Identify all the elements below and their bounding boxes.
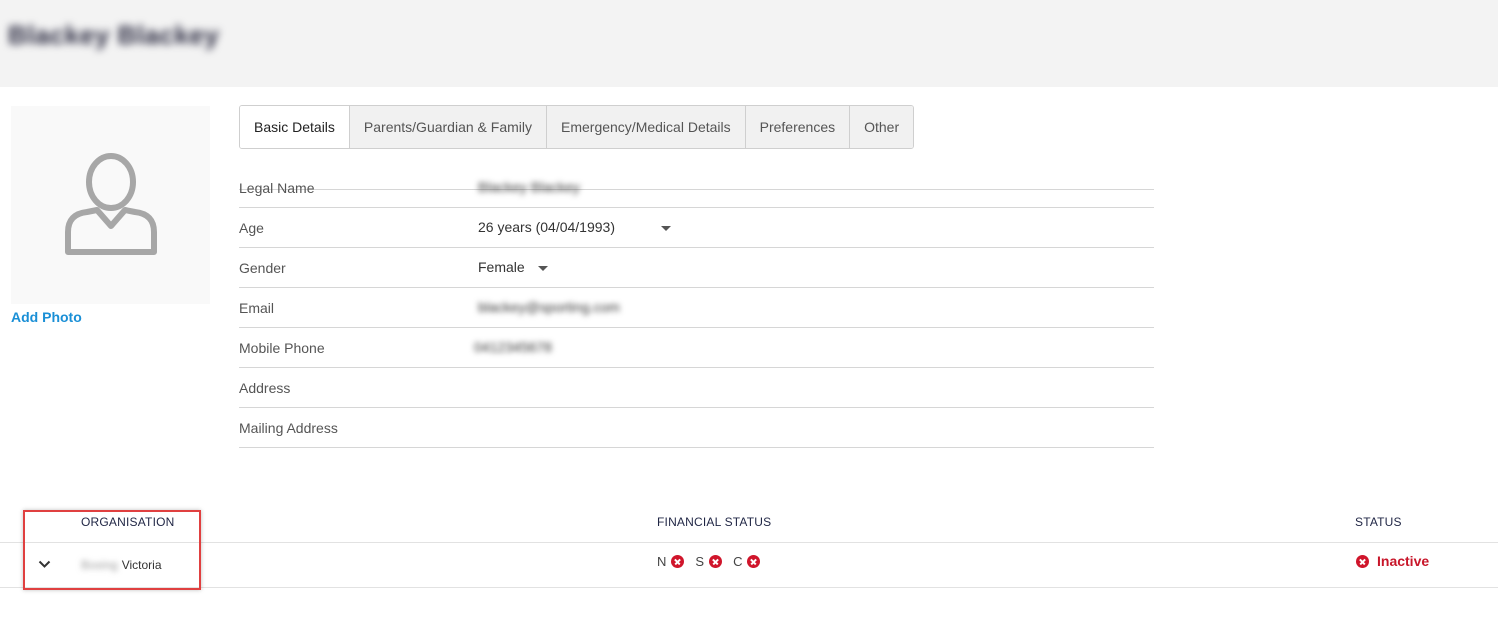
email-label: Email [239, 300, 275, 316]
tab-parents-guardian-family[interactable]: Parents/Guardian & Family [348, 106, 546, 148]
gender-label: Gender [239, 260, 286, 276]
member-name: Blackey Blackey [8, 20, 220, 50]
page-header: Blackey Blackey [0, 0, 1498, 87]
photo-placeholder [11, 106, 210, 304]
detail-row-mobile-phone: Mobile Phone 0412345678 [239, 328, 1154, 368]
error-circle-icon [1356, 554, 1369, 568]
detail-row-mailing-address: Mailing Address [239, 408, 1154, 448]
add-photo-link[interactable]: Add Photo [11, 309, 82, 325]
status-text: Inactive [1377, 553, 1430, 569]
tab-other[interactable]: Other [849, 106, 914, 148]
tab-preferences[interactable]: Preferences [744, 106, 850, 148]
organisation-table-header: ORGANISATION FINANCIAL STATUS STATUS [0, 507, 1498, 543]
caret-down-icon [660, 225, 671, 231]
legal-name-label: Legal Name [239, 180, 315, 196]
gender-value: Female [478, 259, 525, 275]
caret-down-icon [537, 265, 548, 271]
financial-status-indicators: N S C [657, 554, 771, 569]
financial-code: N [657, 554, 667, 569]
tab-basic-details[interactable]: Basic Details [240, 106, 349, 148]
highlight-annotation [23, 510, 201, 590]
age-dropdown[interactable]: 26 years (04/04/1993) [478, 219, 671, 235]
age-value: 26 years (04/04/1993) [478, 219, 615, 235]
status-badge: Inactive [1356, 553, 1429, 569]
basic-details-list: Legal Name Blackey Blackey Age 26 years … [239, 168, 1154, 448]
email-value: blackey@sporting.com [478, 299, 620, 315]
detail-row-address: Address [239, 368, 1154, 408]
mailing-address-label: Mailing Address [239, 420, 338, 436]
error-circle-icon [747, 555, 761, 568]
detail-row-email: Email blackey@sporting.com [239, 288, 1154, 328]
financial-status-n: N [657, 554, 685, 569]
gender-dropdown[interactable]: Female [478, 259, 548, 275]
detail-row-legal-name: Legal Name Blackey Blackey [239, 168, 1154, 208]
error-circle-icon [709, 555, 723, 568]
mobile-phone-value: 0412345678 [474, 339, 552, 355]
detail-row-age: Age 26 years (04/04/1993) [239, 208, 1154, 248]
age-label: Age [239, 220, 264, 236]
table-row[interactable]: Boxing Victoria N S C Inactive [0, 543, 1498, 588]
address-label: Address [239, 380, 291, 396]
detail-tabs: Basic Details Parents/Guardian & Family … [239, 105, 915, 149]
financial-code: S [695, 554, 705, 569]
mobile-phone-label: Mobile Phone [239, 340, 325, 356]
tab-emergency-medical-details[interactable]: Emergency/Medical Details [546, 106, 745, 148]
financial-status-c: C [733, 554, 761, 569]
financial-status-s: S [695, 554, 723, 569]
detail-row-gender: Gender Female [239, 248, 1154, 288]
column-header-financial-status: FINANCIAL STATUS [657, 515, 772, 529]
error-circle-icon [671, 555, 685, 568]
column-header-status: STATUS [1355, 515, 1402, 529]
financial-code: C [733, 554, 743, 569]
legal-name-value: Blackey Blackey [478, 179, 580, 195]
person-icon [65, 153, 157, 255]
